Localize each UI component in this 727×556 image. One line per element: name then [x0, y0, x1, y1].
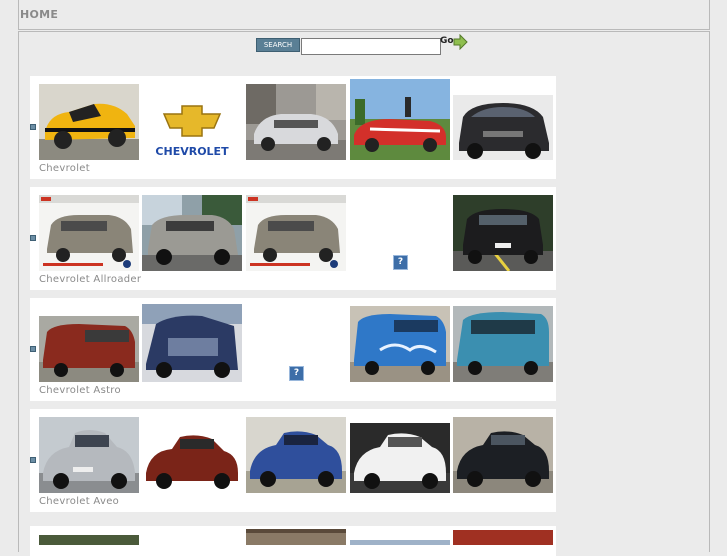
thumbnail-allroader-parked[interactable] — [453, 195, 553, 271]
top-nav-bar: HOME — [18, 0, 710, 30]
thumbnail-silver-aveo[interactable] — [39, 417, 139, 493]
thumbnail-black-aveo[interactable] — [453, 417, 553, 493]
thumbnail-allroader-brochure-2[interactable] — [246, 195, 346, 271]
gallery-card-chevrolet: CHEVROLET Chevrolet — [30, 76, 556, 179]
thumbnail-teal-astro[interactable] — [453, 306, 553, 382]
arrow-right-icon — [453, 34, 468, 50]
thumbnail-blue-aveo[interactable] — [246, 417, 346, 493]
missing-image-icon[interactable]: ? — [289, 366, 304, 381]
thumbnail-partial-4[interactable] — [453, 530, 553, 545]
home-link[interactable]: HOME — [20, 8, 58, 21]
thumbnail-partial-3[interactable] — [350, 540, 450, 545]
gallery-card-chevrolet-astro: ? Chevrolet Astro — [30, 298, 556, 401]
section-title[interactable]: Chevrolet Allroader — [39, 274, 141, 285]
search-label: SEARCH — [256, 38, 300, 52]
thumbnail-yellow-camaro[interactable] — [39, 84, 139, 160]
thumbnail-allroader-street[interactable] — [142, 195, 242, 271]
thumbnail-chevrolet-logo[interactable]: CHEVROLET — [142, 84, 242, 160]
gallery-card-chevrolet-allroader: ? Chevrolet Allroader — [30, 187, 556, 290]
go-button[interactable]: Go — [440, 34, 470, 52]
section-title[interactable]: Chevrolet Astro — [39, 385, 121, 396]
svg-text:CHEVROLET: CHEVROLET — [155, 145, 229, 158]
bullet-icon — [30, 235, 36, 241]
thumbnail-blue-flame-astro[interactable] — [350, 306, 450, 382]
bullet-icon — [30, 457, 36, 463]
missing-image-icon[interactable]: ? — [393, 255, 408, 270]
gallery-card-partial — [30, 526, 556, 556]
thumbnail-white-aveo[interactable] — [350, 423, 450, 493]
search-input[interactable] — [301, 38, 441, 55]
gallery-card-chevrolet-aveo: Chevrolet Aveo — [30, 409, 556, 512]
thumbnail-allroader-brochure[interactable] — [39, 195, 139, 271]
section-title[interactable]: Chevrolet — [39, 163, 90, 174]
thumbnail-red-aveo[interactable] — [142, 429, 242, 493]
thumbnail-red-classic[interactable] — [350, 79, 450, 160]
bullet-icon — [30, 124, 36, 130]
bullet-icon — [30, 346, 36, 352]
thumbnail-red-astro[interactable] — [39, 316, 139, 382]
thumbnail-partial-1[interactable] — [39, 535, 139, 545]
thumbnail-partial-2[interactable] — [246, 529, 346, 545]
thumbnail-wrecked-astro[interactable] — [142, 304, 242, 382]
thumbnail-black-suv[interactable] — [453, 95, 553, 160]
section-title[interactable]: Chevrolet Aveo — [39, 496, 119, 507]
thumbnail-silver-camaro[interactable] — [246, 84, 346, 160]
